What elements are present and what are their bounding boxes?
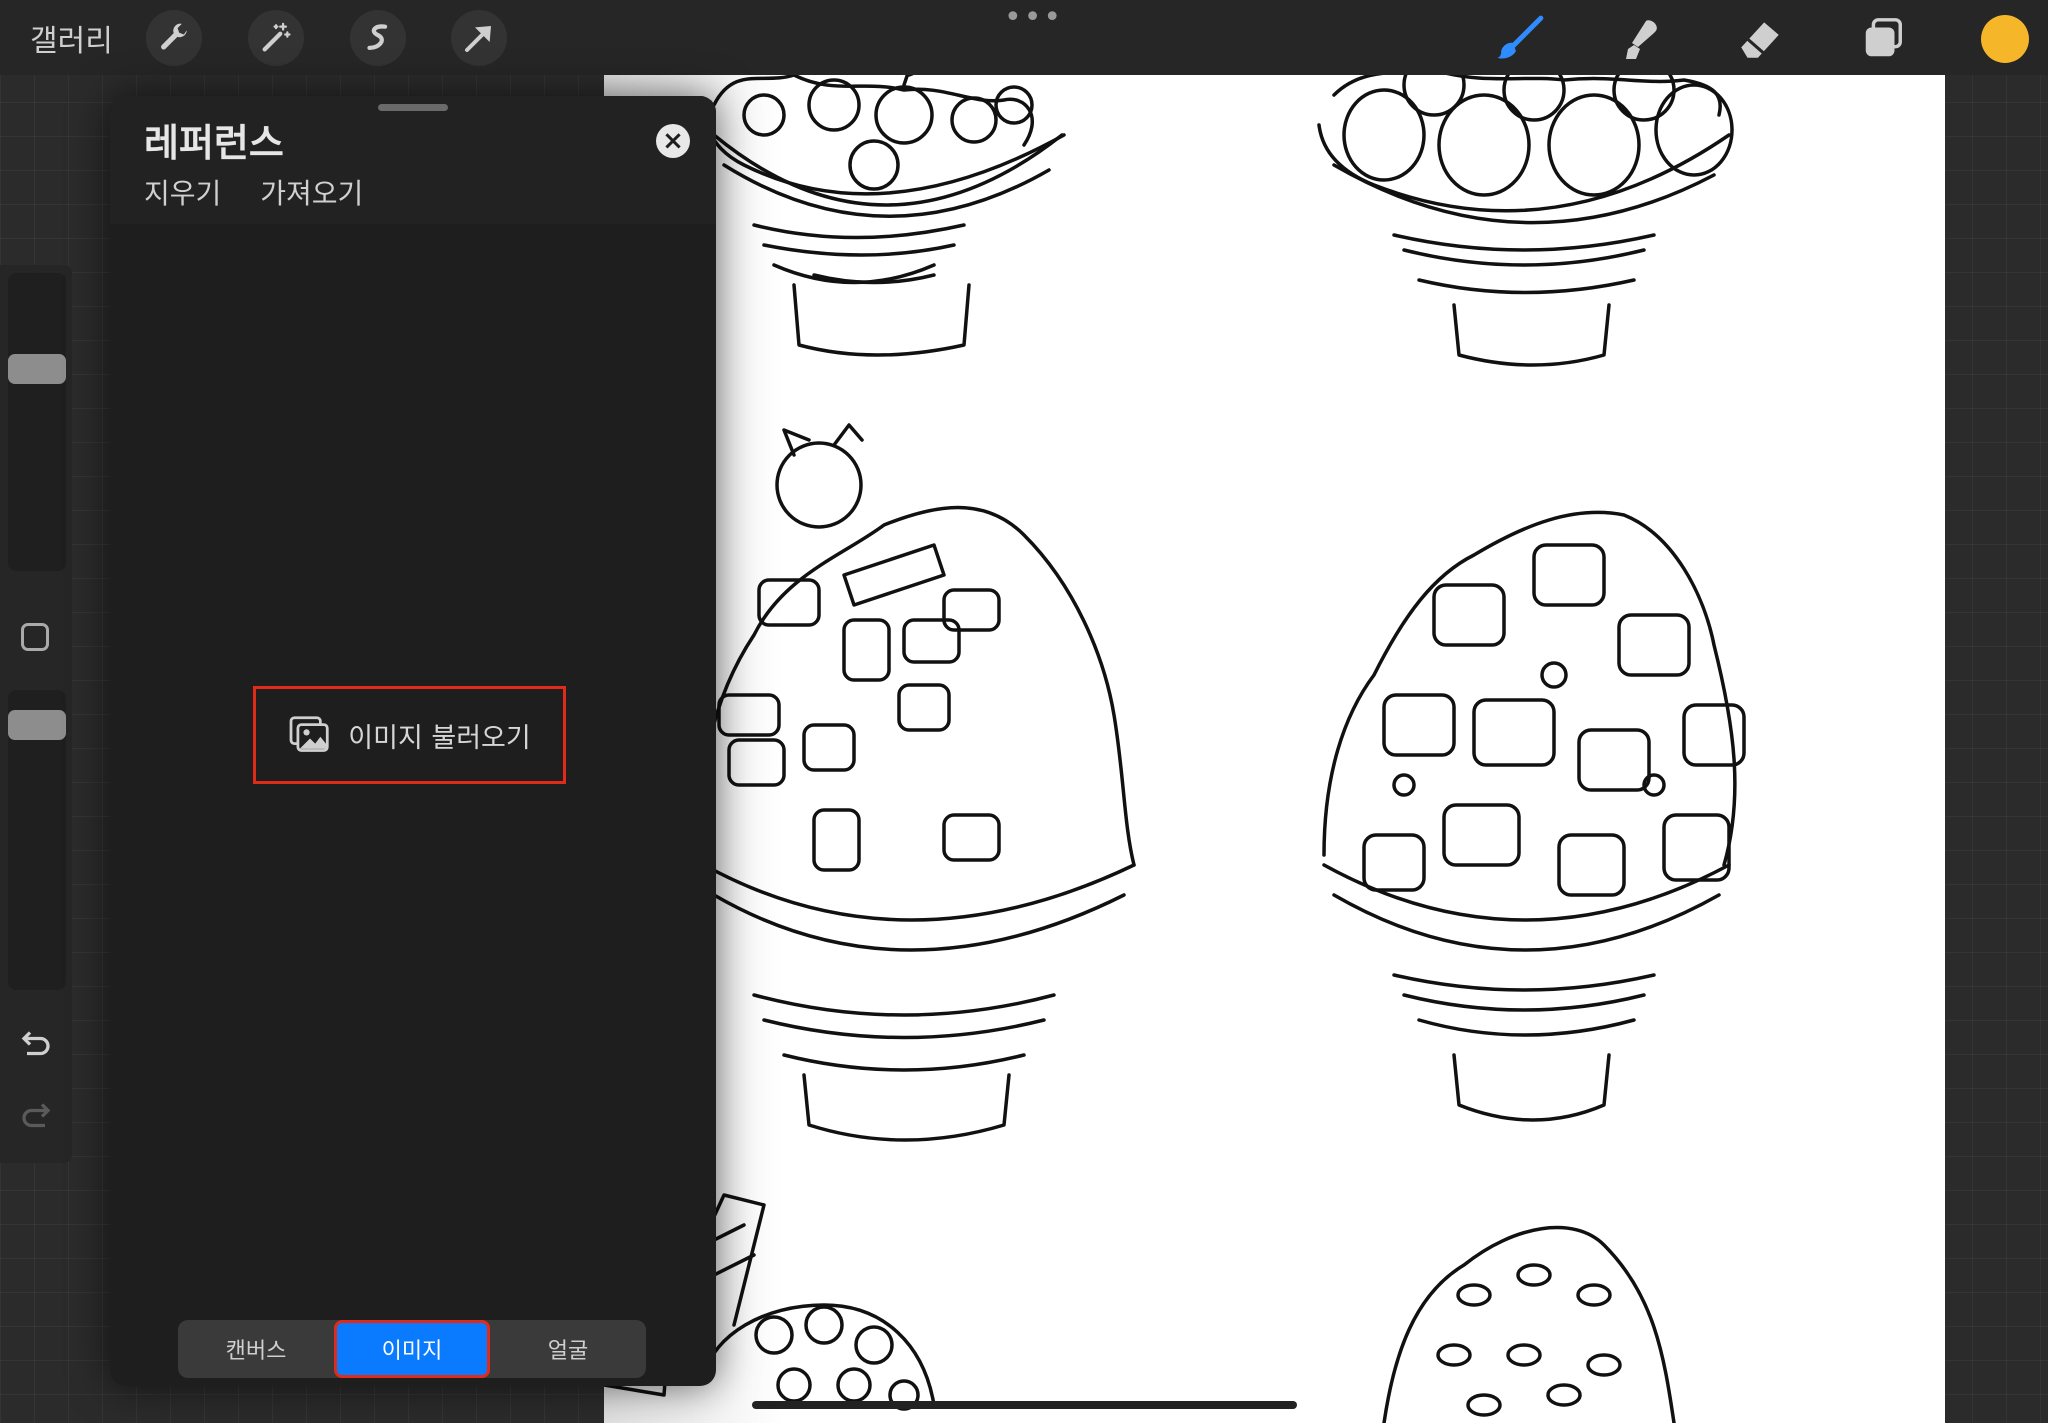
reference-mode-segmented-control: 캔버스 이미지 얼굴	[178, 1320, 646, 1378]
modify-button[interactable]	[21, 623, 49, 651]
import-button[interactable]: 가져오기	[260, 177, 363, 210]
eraser-icon[interactable]	[1734, 13, 1786, 65]
more-options-icon[interactable]: •••	[1004, 0, 1063, 35]
home-indicator	[752, 1401, 1297, 1409]
panel-title: 레퍼런스	[144, 121, 284, 165]
smudge-icon[interactable]	[1614, 13, 1666, 65]
opacity-thumb[interactable]	[8, 710, 66, 740]
gallery-button[interactable]: 갤러리	[30, 16, 113, 60]
segment-face[interactable]: 얼굴	[490, 1320, 646, 1378]
undo-icon[interactable]	[18, 1028, 54, 1064]
import-image-button[interactable]: 이미지 불러오기	[253, 686, 566, 784]
reference-panel: 레퍼런스 지우기 가져오기 × 이미지 불러오기 캔버스 이미지 얼굴	[110, 96, 716, 1386]
import-image-label: 이미지 불러오기	[348, 722, 531, 754]
brush-size-slider[interactable]	[8, 273, 66, 571]
panel-actions: 지우기 가져오기	[144, 172, 393, 212]
selection-icon[interactable]	[350, 10, 406, 66]
segment-canvas[interactable]: 캔버스	[178, 1320, 334, 1378]
reference-panel-header: 레퍼런스 지우기 가져오기 ×	[110, 96, 716, 224]
transform-arrow-icon[interactable]	[451, 10, 507, 66]
redo-icon[interactable]	[18, 1100, 54, 1136]
clear-button[interactable]: 지우기	[144, 177, 221, 210]
color-picker-button[interactable]	[1981, 15, 2029, 63]
close-icon[interactable]: ×	[656, 124, 690, 158]
line-art-drawing	[604, 75, 1746, 1423]
photo-library-icon	[289, 716, 329, 752]
left-sidebar	[0, 265, 72, 1163]
brush-size-thumb[interactable]	[8, 354, 66, 384]
magic-wand-icon[interactable]	[248, 10, 304, 66]
drawing-canvas[interactable]	[604, 75, 1945, 1423]
drag-handle[interactable]	[378, 104, 448, 111]
segment-image[interactable]: 이미지	[334, 1320, 490, 1378]
top-toolbar: 갤러리 •••	[0, 0, 2048, 75]
brush-icon[interactable]	[1494, 13, 1546, 65]
wrench-icon[interactable]	[146, 10, 202, 66]
layers-icon[interactable]	[1857, 13, 1909, 65]
